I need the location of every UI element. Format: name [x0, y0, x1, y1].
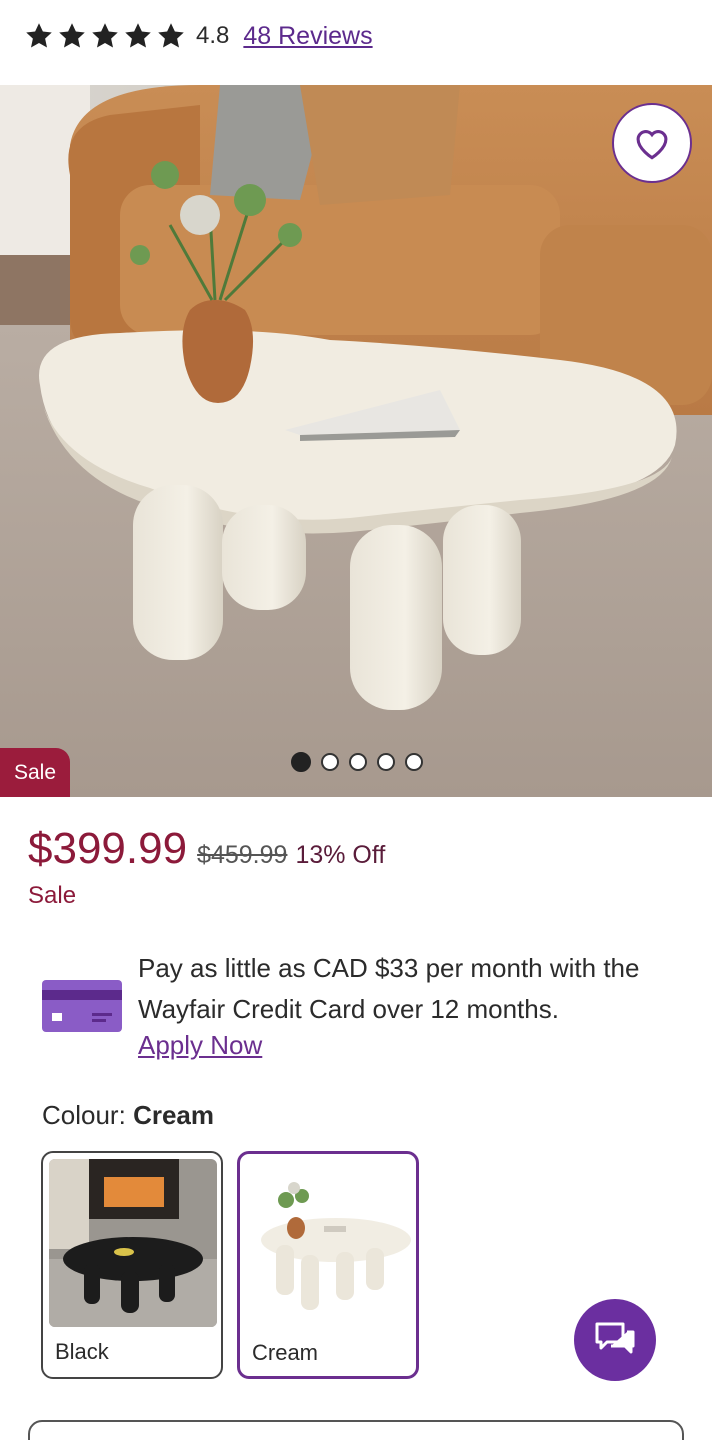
colour-label: Colour: Cream — [42, 1100, 214, 1131]
star-rating — [24, 21, 186, 51]
star-icon — [125, 23, 151, 48]
star-icon — [59, 23, 85, 48]
heart-icon — [636, 130, 668, 160]
carousel-dots — [291, 752, 423, 772]
colour-option-black[interactable]: Black — [41, 1151, 223, 1379]
rating-value: 4.8 — [196, 22, 230, 49]
favorite-button[interactable] — [612, 103, 692, 183]
product-image-carousel[interactable]: Sale — [0, 85, 712, 797]
swatch-label: Black — [55, 1339, 109, 1364]
chat-icon — [595, 1322, 635, 1354]
sale-label: Sale — [28, 882, 77, 909]
star-icon — [158, 23, 184, 48]
swatch-label: Cream — [252, 1340, 319, 1365]
cream-table-thumbnail — [246, 1160, 414, 1328]
original-price: $459.99 — [197, 841, 288, 869]
carousel-dot[interactable] — [377, 753, 395, 771]
credit-card-icon — [42, 980, 122, 1032]
star-icon — [26, 23, 52, 48]
product-image — [0, 85, 712, 797]
chat-button[interactable] — [574, 1299, 656, 1381]
price-row: $399.99 $459.99 13% Off — [28, 824, 385, 874]
reviews-link[interactable]: 48 Reviews — [243, 22, 372, 51]
apply-now-link[interactable]: Apply Now — [138, 1030, 262, 1061]
financing-text: Pay as little as CAD $33 per month with … — [138, 953, 640, 1024]
black-table-thumbnail — [49, 1159, 217, 1327]
colour-option-cream[interactable]: Cream — [237, 1151, 419, 1379]
selected-colour: Cream — [133, 1100, 214, 1130]
carousel-dot[interactable] — [405, 753, 423, 771]
carousel-dot[interactable] — [321, 753, 339, 771]
next-section-box — [28, 1420, 684, 1440]
sale-badge: Sale — [0, 748, 71, 797]
current-price: $399.99 — [28, 824, 188, 873]
rating-row: 4.8 48 Reviews — [24, 14, 373, 58]
star-icon — [92, 23, 118, 48]
carousel-dot[interactable] — [291, 752, 311, 772]
discount-label: 13% Off — [295, 841, 386, 869]
colour-label-text: Colour: — [42, 1100, 126, 1130]
carousel-dot[interactable] — [349, 753, 367, 771]
